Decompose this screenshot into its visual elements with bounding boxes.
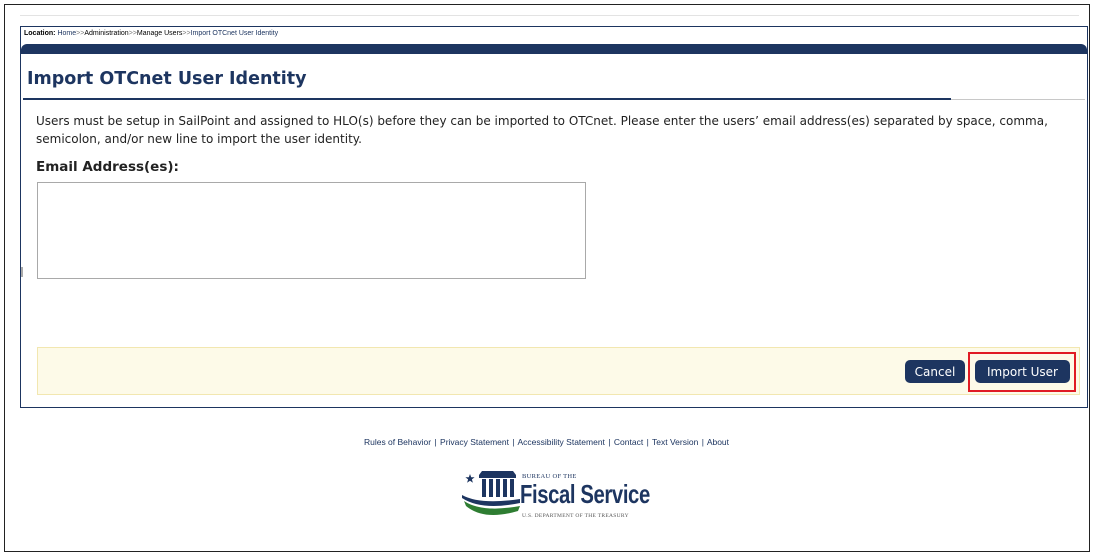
title-underline bbox=[23, 98, 951, 100]
breadcrumb-administration[interactable]: Administration bbox=[84, 30, 128, 37]
email-field[interactable] bbox=[37, 182, 586, 279]
footer-link-accessibility-statement[interactable]: Accessibility Statement bbox=[518, 437, 605, 447]
breadcrumb-home[interactable]: Home bbox=[57, 30, 76, 37]
breadcrumb-manage-users[interactable]: Manage Users bbox=[137, 30, 183, 37]
footer-link-about[interactable]: About bbox=[707, 437, 729, 447]
main-panel: Location: Home>>Administration>>Manage U… bbox=[20, 26, 1088, 408]
action-bar: Cancel Import User bbox=[37, 347, 1080, 395]
cancel-button[interactable]: Cancel bbox=[905, 360, 965, 383]
footer-separator: | bbox=[434, 437, 437, 447]
email-label: Email Address(es): bbox=[36, 159, 179, 175]
footer-separator: | bbox=[512, 437, 515, 447]
treasury-building-icon bbox=[462, 471, 520, 515]
breadcrumb-label: Location: bbox=[24, 30, 56, 37]
footer-separator: | bbox=[646, 437, 649, 447]
footer-link-contact[interactable]: Contact bbox=[614, 437, 643, 447]
breadcrumb-separator: >> bbox=[182, 30, 191, 37]
footer-link-privacy-statement[interactable]: Privacy Statement bbox=[440, 437, 509, 447]
fiscal-service-logo: BUREAU OF THE Fiscal Service U.S. DEPART… bbox=[460, 465, 650, 527]
nav-bar bbox=[21, 44, 1087, 54]
page-title: Import OTCnet User Identity bbox=[27, 69, 307, 89]
title-underline-light bbox=[951, 99, 1085, 100]
logo-department-text: U.S. DEPARTMENT OF THE TREASURY bbox=[522, 513, 629, 519]
footer-separator: | bbox=[701, 437, 704, 447]
left-edge-mark bbox=[21, 267, 23, 277]
breadcrumb-current: Import OTCnet User Identity bbox=[190, 30, 279, 37]
top-divider bbox=[20, 15, 1079, 16]
import-user-button[interactable]: Import User bbox=[975, 360, 1070, 383]
breadcrumb-separator: >> bbox=[128, 30, 137, 37]
breadcrumb: Location: Home>>Administration>>Manage U… bbox=[24, 30, 278, 37]
footer-link-rules-of-behavior[interactable]: Rules of Behavior bbox=[364, 437, 431, 447]
logo-fiscal-service-text: Fiscal Service bbox=[520, 479, 650, 509]
footer-separator: | bbox=[608, 437, 611, 447]
footer-link-text-version[interactable]: Text Version bbox=[652, 437, 698, 447]
footer-links: Rules of Behavior | Privacy Statement | … bbox=[0, 437, 1093, 447]
instructions-text: Users must be setup in SailPoint and ass… bbox=[36, 114, 1048, 146]
